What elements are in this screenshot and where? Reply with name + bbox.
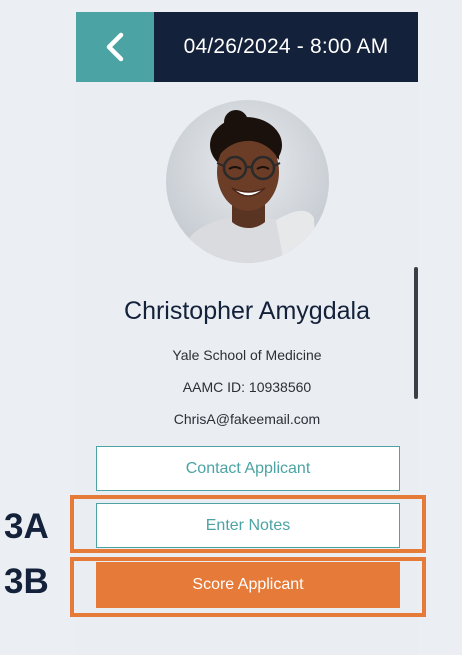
score-highlight [70,557,426,617]
back-button[interactable] [76,12,154,82]
applicant-name: Christopher Amygdala [124,297,370,325]
applicant-school: Yale School of Medicine [172,347,322,363]
applicant-aamc-id: AAMC ID: 10938560 [182,379,312,395]
header-bar: 04/26/2024 - 8:00 AM [76,12,418,82]
callout-3b: 3B [4,562,49,601]
contact-applicant-button[interactable]: Contact Applicant [96,446,400,491]
callout-3a: 3A [4,507,49,546]
interview-datetime: 04/26/2024 - 8:00 AM [183,35,389,58]
chevron-left-icon [104,32,126,62]
applicant-avatar [166,100,329,263]
notes-highlight [70,495,426,553]
applicant-email: ChrisA@fakeemail.com [173,411,321,427]
